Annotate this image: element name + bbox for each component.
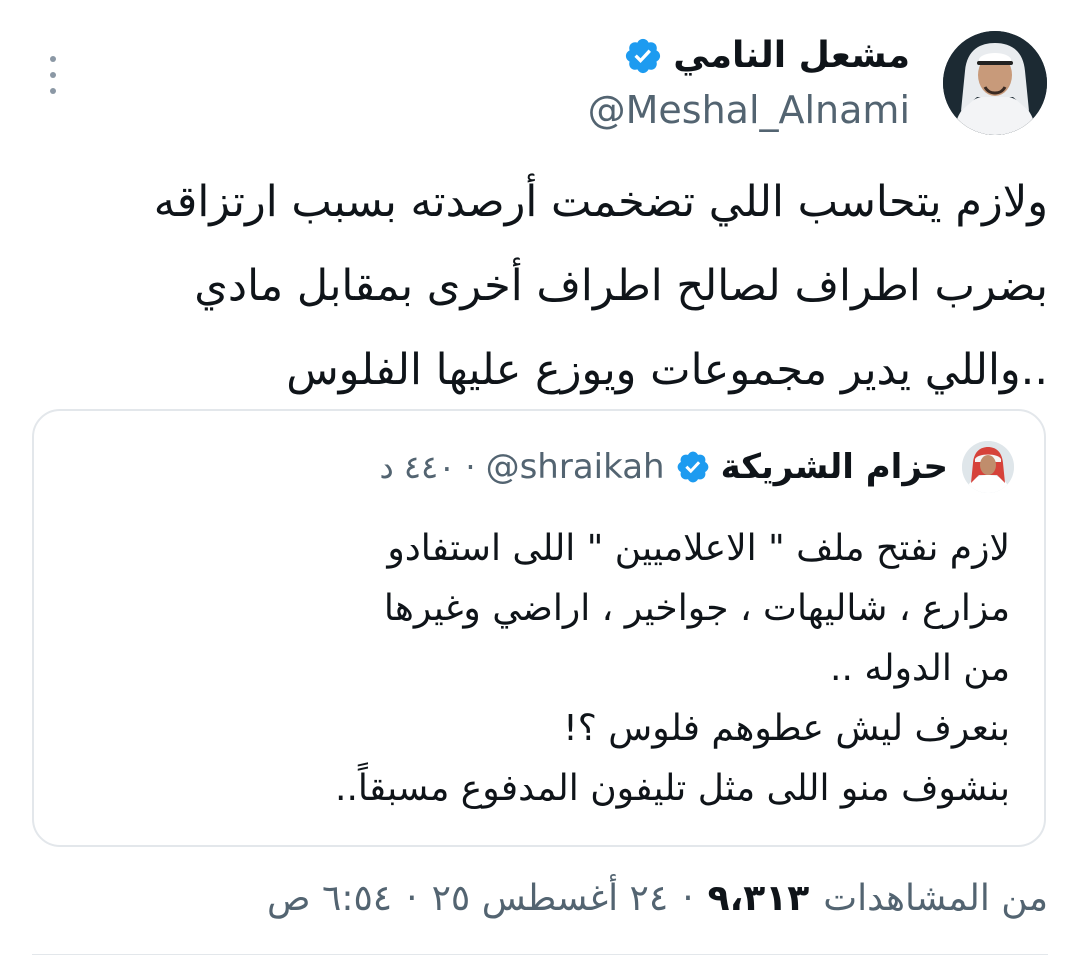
quoted-author-avatar bbox=[962, 441, 1014, 493]
quoted-text-line: بنشوف منو اللى مثل تليفون المدفوع مسبقاً… bbox=[335, 768, 1010, 809]
quoted-tweet-text: لازم نفتح ملف " الاعلاميين " اللى استفاد… bbox=[70, 519, 1010, 819]
tweet-text-line: ..واللي يدير مجموعات ويوزع عليها الفلوس bbox=[286, 345, 1048, 395]
quoted-text-line: لازم نفتح ملف " الاعلاميين " اللى استفاد… bbox=[387, 528, 1010, 569]
user-avatar-icon bbox=[962, 441, 1014, 493]
verified-badge-icon bbox=[623, 36, 663, 76]
author-handle[interactable]: @Meshal_Alnami bbox=[588, 86, 910, 134]
views-label: من المشاهدات bbox=[823, 877, 1048, 919]
divider bbox=[32, 954, 1048, 955]
verified-badge-icon bbox=[675, 449, 711, 485]
user-avatar-icon bbox=[943, 31, 1047, 135]
quoted-author-name: حزام الشريكة bbox=[720, 447, 948, 487]
quoted-text-line: من الدوله .. bbox=[830, 648, 1010, 689]
quoted-tweet-time: ٤٤٠ د bbox=[379, 448, 456, 486]
author-display-name[interactable]: مشعل النامي bbox=[673, 32, 910, 80]
tweet-text: ولازم يتحاسب اللي تضخمت أرصدته بسبب ارتز… bbox=[38, 160, 1048, 412]
quoted-text-line: بنعرف ليش عطوهم فلوس ؟! bbox=[563, 708, 1010, 749]
tweet-time[interactable]: ٦:٥٤ ص bbox=[267, 878, 392, 919]
quoted-tweet-header: حزام الشريكة @shraikah · ٤٤٠ د bbox=[379, 441, 948, 493]
more-dot-icon bbox=[50, 72, 56, 78]
more-options-button[interactable] bbox=[40, 54, 66, 96]
quoted-author-handle: @shraikah bbox=[485, 447, 665, 487]
more-dot-icon bbox=[50, 88, 56, 94]
separator-dot: · bbox=[406, 877, 418, 919]
quoted-tweet-card[interactable]: حزام الشريكة @shraikah · ٤٤٠ د لازم نفتح… bbox=[32, 409, 1046, 847]
tweet-meta: ٦:٥٤ ص · ٢٤ أغسطس ٢٥ · ٩،٣١٣ من المشاهدا… bbox=[267, 870, 1048, 926]
author-avatar[interactable] bbox=[943, 31, 1047, 135]
more-dot-icon bbox=[50, 56, 56, 62]
tweet-detail: مشعل النامي @Meshal_Alnami ولازم يتحاسب … bbox=[0, 0, 1080, 959]
tweet-text-line: ولازم يتحاسب اللي تضخمت أرصدته بسبب ارتز… bbox=[153, 177, 1048, 227]
separator-dot: · bbox=[465, 448, 476, 486]
tweet-date[interactable]: ٢٤ أغسطس ٢٥ bbox=[432, 878, 669, 919]
author-name-row: مشعل النامي bbox=[623, 32, 910, 80]
quoted-text-line: مزارع ، شاليهات ، جواخير ، اراضي وغيرها bbox=[383, 588, 1010, 629]
tweet-text-line: بضرب اطراف لصالح اطراف أخرى بمقابل مادي bbox=[194, 261, 1048, 311]
separator-dot: · bbox=[682, 877, 694, 919]
views-count: ٩،٣١٣ bbox=[707, 877, 810, 919]
